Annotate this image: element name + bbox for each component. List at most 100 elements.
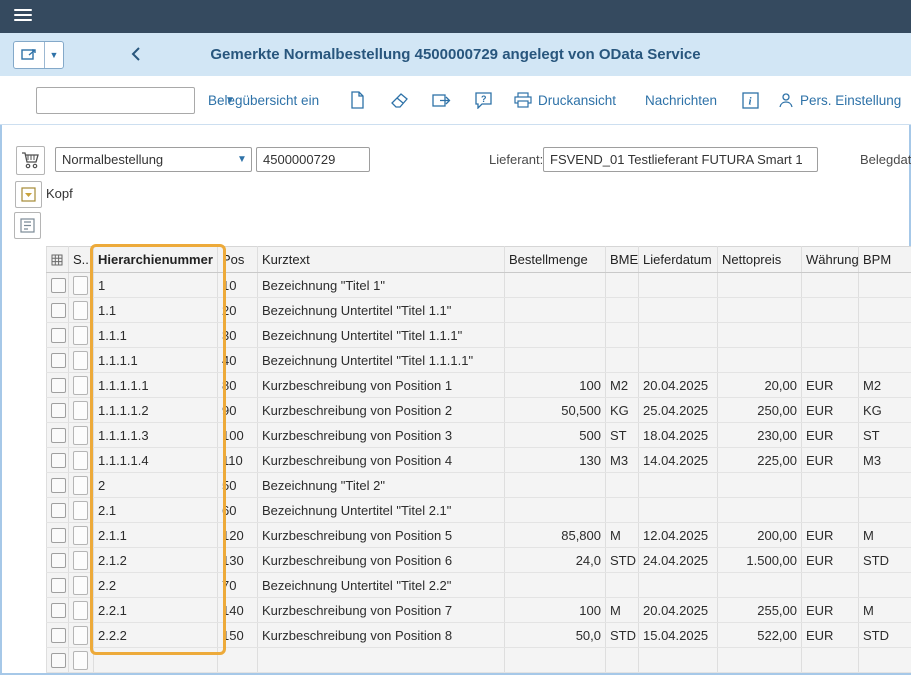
row-checkbox[interactable] [51, 528, 66, 543]
cell-datum[interactable] [639, 323, 718, 348]
cell-bme[interactable] [606, 648, 639, 673]
cell-pos[interactable]: 50 [218, 473, 258, 498]
cell-datum[interactable]: 15.04.2025 [639, 623, 718, 648]
cell-preis[interactable]: 255,00 [718, 598, 802, 623]
cell-datum[interactable]: 18.04.2025 [639, 423, 718, 448]
row-checkbox[interactable] [51, 503, 66, 518]
cell-bpm[interactable] [859, 473, 911, 498]
row-status-box[interactable] [73, 276, 88, 295]
cell-preis[interactable]: 200,00 [718, 523, 802, 548]
cell-menge[interactable] [505, 323, 606, 348]
cell-bpm[interactable]: M [859, 598, 911, 623]
cell-datum[interactable] [639, 573, 718, 598]
column-header-select-all[interactable] [47, 247, 69, 273]
cell-pos[interactable]: 70 [218, 573, 258, 598]
cell-bme[interactable]: M3 [606, 448, 639, 473]
info-icon[interactable]: i [740, 90, 760, 110]
row-checkbox[interactable] [51, 553, 66, 568]
cell-bpm[interactable]: STD [859, 548, 911, 573]
cell-preis[interactable]: 1.500,00 [718, 548, 802, 573]
cell-menge[interactable] [505, 573, 606, 598]
cell-kurztext[interactable]: Kurzbeschreibung von Position 2 [258, 398, 505, 423]
cell-kurztext[interactable]: Bezeichnung "Titel 2" [258, 473, 505, 498]
cell-bpm[interactable] [859, 273, 911, 298]
cell-preis[interactable] [718, 298, 802, 323]
cell-pos[interactable]: 110 [218, 448, 258, 473]
cell-pos[interactable]: 120 [218, 523, 258, 548]
cell-menge[interactable]: 85,800 [505, 523, 606, 548]
cell-datum[interactable] [639, 648, 718, 673]
row-checkbox[interactable] [51, 478, 66, 493]
cell-bpm[interactable]: KG [859, 398, 911, 423]
cell-waehrung[interactable] [802, 348, 859, 373]
cell-menge[interactable] [505, 648, 606, 673]
cell-menge[interactable]: 500 [505, 423, 606, 448]
cell-bme[interactable]: ST [606, 423, 639, 448]
row-status-box[interactable] [73, 451, 88, 470]
cell-menge[interactable]: 130 [505, 448, 606, 473]
pers-einstellung-button[interactable]: Pers. Einstellung [778, 76, 901, 124]
cell-bme[interactable]: STD [606, 623, 639, 648]
row-checkbox[interactable] [51, 378, 66, 393]
cell-bme[interactable]: M [606, 598, 639, 623]
row-status-box[interactable] [73, 476, 88, 495]
cell-menge[interactable] [505, 498, 606, 523]
row-status-box[interactable] [73, 351, 88, 370]
cell-waehrung[interactable]: EUR [802, 448, 859, 473]
cell-pos[interactable]: 80 [218, 373, 258, 398]
row-checkbox[interactable] [51, 428, 66, 443]
cell-kurztext[interactable]: Bezeichnung Untertitel "Titel 2.1" [258, 498, 505, 523]
column-header-lieferdatum[interactable]: Lieferdatum [639, 247, 718, 273]
row-status-box[interactable] [73, 301, 88, 320]
cell-menge[interactable]: 50,0 [505, 623, 606, 648]
row-status-box[interactable] [73, 401, 88, 420]
row-status-box[interactable] [73, 651, 88, 670]
cell-pos[interactable]: 90 [218, 398, 258, 423]
cell-bme[interactable]: KG [606, 398, 639, 423]
cell-menge[interactable]: 50,500 [505, 398, 606, 423]
help-icon[interactable]: ? [473, 90, 493, 110]
row-checkbox[interactable] [51, 403, 66, 418]
cell-preis[interactable]: 230,00 [718, 423, 802, 448]
cell-kurztext[interactable]: Kurzbeschreibung von Position 1 [258, 373, 505, 398]
cell-waehrung[interactable]: EUR [802, 423, 859, 448]
cell-preis[interactable]: 225,00 [718, 448, 802, 473]
cell-hier[interactable]: 1.1 [94, 298, 218, 323]
cell-pos[interactable]: 100 [218, 423, 258, 448]
cell-waehrung[interactable] [802, 273, 859, 298]
cell-waehrung[interactable] [802, 323, 859, 348]
cell-pos[interactable] [218, 648, 258, 673]
cell-datum[interactable] [639, 298, 718, 323]
cell-bpm[interactable]: M2 [859, 373, 911, 398]
column-header-nettopreis[interactable]: Nettopreis [718, 247, 802, 273]
column-header-status[interactable]: S.. [69, 247, 94, 273]
cell-preis[interactable]: 250,00 [718, 398, 802, 423]
cell-waehrung[interactable] [802, 298, 859, 323]
row-status-box[interactable] [73, 551, 88, 570]
cell-bme[interactable] [606, 273, 639, 298]
cell-preis[interactable] [718, 473, 802, 498]
row-status-box[interactable] [73, 426, 88, 445]
cell-bpm[interactable]: M [859, 523, 911, 548]
cell-kurztext[interactable] [258, 648, 505, 673]
cell-datum[interactable] [639, 498, 718, 523]
copy-icon[interactable] [347, 90, 367, 110]
expand-items-button[interactable] [14, 212, 41, 239]
column-header-waehrung[interactable]: Währung [802, 247, 859, 273]
row-status-box[interactable] [73, 376, 88, 395]
cell-bpm[interactable] [859, 648, 911, 673]
command-combobox[interactable]: ▼ [36, 87, 195, 114]
cell-bme[interactable] [606, 348, 639, 373]
cell-bpm[interactable] [859, 298, 911, 323]
cell-waehrung[interactable] [802, 473, 859, 498]
cell-bpm[interactable] [859, 573, 911, 598]
cell-bme[interactable] [606, 298, 639, 323]
cell-bme[interactable] [606, 573, 639, 598]
expand-header-button[interactable] [15, 181, 42, 208]
druckansicht-button[interactable]: Druckansicht [514, 76, 616, 124]
doc-number-input[interactable] [256, 147, 370, 172]
cell-pos[interactable]: 60 [218, 498, 258, 523]
cell-hier[interactable]: 2.2 [94, 573, 218, 598]
cell-hier[interactable]: 2 [94, 473, 218, 498]
cell-waehrung[interactable] [802, 648, 859, 673]
